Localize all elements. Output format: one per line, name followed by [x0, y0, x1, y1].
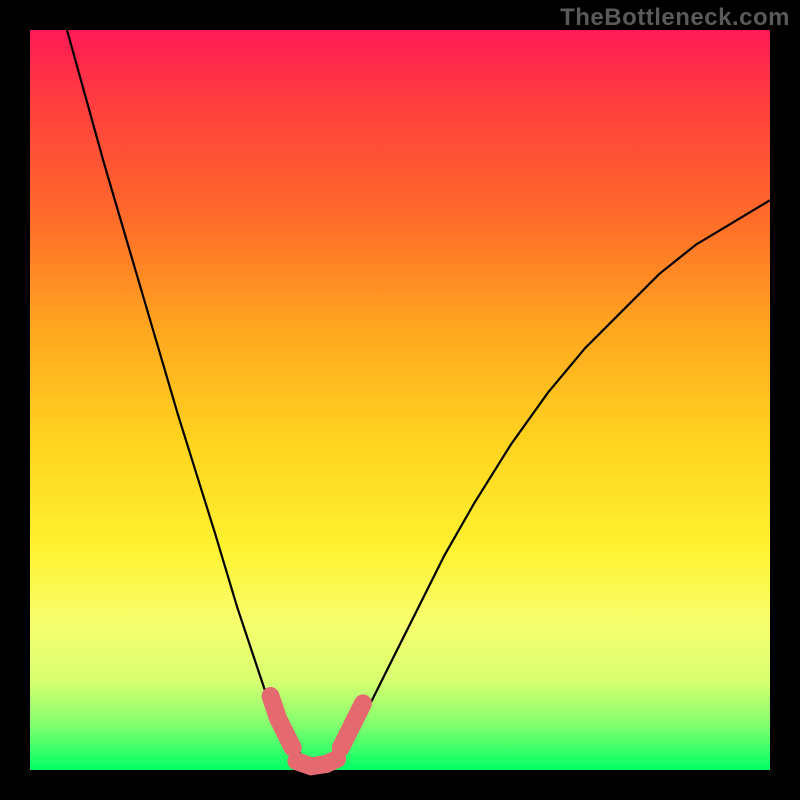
highlight-marker-bottom [296, 759, 337, 766]
plot-area [30, 30, 770, 770]
curve-layer [30, 30, 770, 770]
curve-right-branch [311, 200, 770, 766]
chart-frame: TheBottleneck.com [0, 0, 800, 800]
highlight-marker-left [271, 696, 293, 748]
watermark-text: TheBottleneck.com [560, 4, 790, 32]
highlight-marker-right [341, 703, 363, 747]
curve-left-branch [30, 0, 311, 766]
